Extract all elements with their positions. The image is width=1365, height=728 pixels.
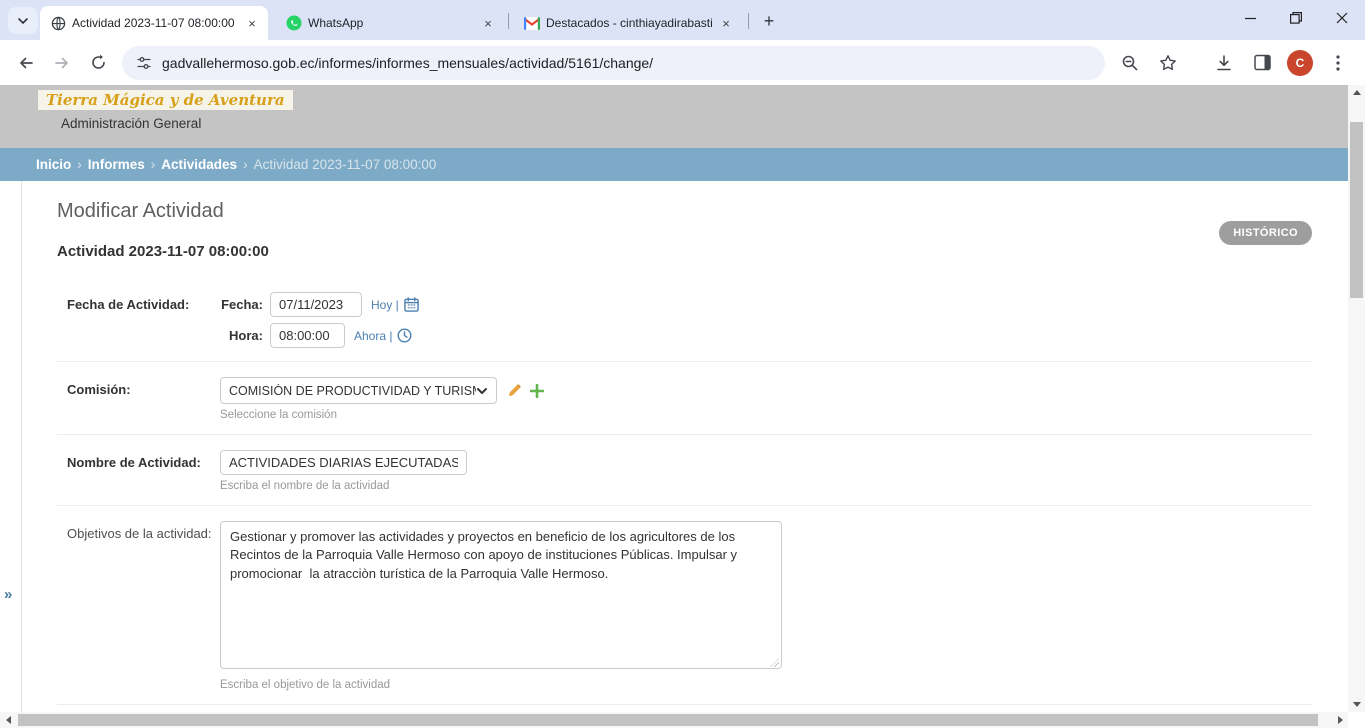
tab-title: Destacados - cinthiayadirabasti	[546, 16, 712, 30]
row-nombre-actividad: Nombre de Actividad: Escriba el nombre d…	[57, 435, 1312, 506]
tab-close-icon[interactable]: ×	[718, 15, 734, 31]
tab-separator	[508, 13, 509, 29]
site-info-icon[interactable]	[136, 55, 152, 71]
scroll-down-icon[interactable]	[1348, 697, 1365, 712]
fecha-label: Fecha:	[220, 297, 263, 312]
nombre-actividad-label: Nombre de Actividad:	[67, 450, 220, 492]
tab-close-icon[interactable]: ×	[480, 15, 496, 31]
site-subtitle: Administración General	[61, 116, 1348, 131]
breadcrumb-separator: ›	[151, 157, 156, 172]
activity-form: Fecha de Actividad: Fecha: Hoy | Hora:	[57, 277, 1312, 712]
tab-actividad[interactable]: Actividad 2023-11-07 08:00:00 | ×	[40, 6, 268, 40]
row-objetivos: Objetivos de la actividad: Gestionar y p…	[57, 506, 1312, 705]
row-comision: Comisión: COMISIÓN DE PRODUCTIVIDAD Y TU…	[57, 362, 1312, 435]
browser-toolbar: gadvallehermoso.gob.ec/informes/informes…	[0, 40, 1365, 85]
whatsapp-icon	[286, 15, 302, 31]
objetivos-help: Escriba el objetivo de la actividad	[220, 679, 1312, 691]
hora-label: Hora:	[220, 328, 263, 343]
comision-help: Seleccione la comisión	[220, 409, 1312, 421]
web-page: Tierra Mágica y de Aventura Administraci…	[0, 85, 1348, 712]
zoom-out-icon[interactable]	[1114, 47, 1146, 79]
objetivos-textarea[interactable]: Gestionar y promover las actividades y p…	[220, 521, 782, 669]
breadcrumb-current: Actividad 2023-11-07 08:00:00	[254, 157, 437, 172]
ahora-link[interactable]: Ahora |	[354, 329, 392, 343]
edit-pencil-icon[interactable]	[507, 383, 522, 398]
window-restore-icon[interactable]	[1273, 0, 1319, 36]
tab-close-icon[interactable]: ×	[244, 15, 260, 31]
vertical-scrollbar[interactable]	[1348, 85, 1365, 712]
calendar-icon[interactable]	[404, 297, 419, 312]
tab-gmail[interactable]: Destacados - cinthiayadirabasti ×	[514, 6, 742, 40]
hora-input[interactable]	[270, 323, 345, 348]
menu-dots-icon[interactable]	[1322, 47, 1354, 79]
vertical-scroll-thumb[interactable]	[1350, 122, 1363, 298]
profile-avatar[interactable]: C	[1287, 50, 1313, 76]
browser-tab-strip: Actividad 2023-11-07 08:00:00 | × WhatsA…	[0, 0, 1365, 40]
add-plus-icon[interactable]	[530, 384, 544, 398]
window-controls	[1227, 0, 1365, 36]
breadcrumb-separator: ›	[77, 157, 82, 172]
breadcrumb-separator: ›	[243, 157, 248, 172]
side-panel-icon[interactable]	[1246, 47, 1278, 79]
horizontal-scroll-thumb[interactable]	[18, 714, 1318, 726]
gmail-icon	[524, 15, 540, 31]
row-fecha-actividad: Fecha de Actividad: Fecha: Hoy | Hora:	[57, 277, 1312, 362]
row-metas: Metas/Alcances: Lograr cumplir con todo …	[57, 705, 1312, 712]
new-tab-button[interactable]: +	[756, 8, 782, 34]
breadcrumb-inicio[interactable]: Inicio	[36, 157, 71, 172]
nombre-actividad-help: Escriba el nombre de la actividad	[220, 480, 1312, 492]
chevron-down-icon	[17, 15, 29, 27]
tab-title: WhatsApp	[308, 16, 474, 30]
download-icon[interactable]	[1208, 47, 1240, 79]
site-brand: Tierra Mágica y de Aventura	[38, 90, 293, 110]
hoy-link[interactable]: Hoy |	[371, 298, 399, 312]
select-chevron-icon	[476, 385, 488, 397]
window-minimize-icon[interactable]	[1227, 0, 1273, 36]
clock-icon[interactable]	[397, 328, 412, 343]
comision-label: Comisión:	[67, 377, 220, 421]
tab-whatsapp[interactable]: WhatsApp ×	[276, 6, 504, 40]
scroll-up-icon[interactable]	[1348, 85, 1365, 100]
content-area: » HISTÓRICO Modificar Actividad Activida…	[0, 181, 1348, 712]
fecha-input[interactable]	[270, 292, 362, 317]
address-bar[interactable]: gadvallehermoso.gob.ec/informes/informes…	[122, 46, 1105, 80]
horizontal-scrollbar[interactable]	[0, 712, 1348, 728]
window-close-icon[interactable]	[1319, 0, 1365, 36]
breadcrumb-actividades[interactable]: Actividades	[161, 157, 237, 172]
reload-icon[interactable]	[82, 47, 114, 79]
fecha-actividad-label: Fecha de Actividad:	[67, 292, 220, 348]
breadcrumb-informes[interactable]: Informes	[88, 157, 145, 172]
scroll-left-icon[interactable]	[0, 712, 16, 728]
forward-icon[interactable]	[46, 47, 78, 79]
nombre-actividad-input[interactable]	[220, 450, 467, 475]
sidebar-toggle[interactable]: »	[4, 586, 12, 603]
site-header: Tierra Mágica y de Aventura Administraci…	[0, 85, 1348, 148]
toolbar-actions: C	[1111, 47, 1357, 79]
comision-select[interactable]: COMISIÓN DE PRODUCTIVIDAD Y TURISMO(P)	[220, 377, 497, 404]
tab-search-button[interactable]	[8, 7, 38, 34]
tab-title: Actividad 2023-11-07 08:00:00 |	[72, 16, 238, 30]
page-title: Modificar Actividad	[57, 200, 1312, 223]
comision-selected-value: COMISIÓN DE PRODUCTIVIDAD Y TURISMO(P)	[229, 384, 476, 398]
url-text[interactable]: gadvallehermoso.gob.ec/informes/informes…	[162, 55, 653, 71]
bookmark-star-icon[interactable]	[1152, 47, 1184, 79]
back-icon[interactable]	[10, 47, 42, 79]
breadcrumb: Inicio › Informes › Actividades › Activi…	[0, 148, 1348, 181]
globe-icon	[50, 15, 66, 31]
historico-button[interactable]: HISTÓRICO	[1219, 221, 1312, 245]
scroll-right-icon[interactable]	[1332, 712, 1348, 728]
object-title: Actividad 2023-11-07 08:00:00	[57, 243, 1312, 260]
tab-separator	[748, 13, 749, 29]
sidebar-divider	[21, 181, 22, 712]
objetivos-label: Objetivos de la actividad:	[67, 521, 220, 691]
